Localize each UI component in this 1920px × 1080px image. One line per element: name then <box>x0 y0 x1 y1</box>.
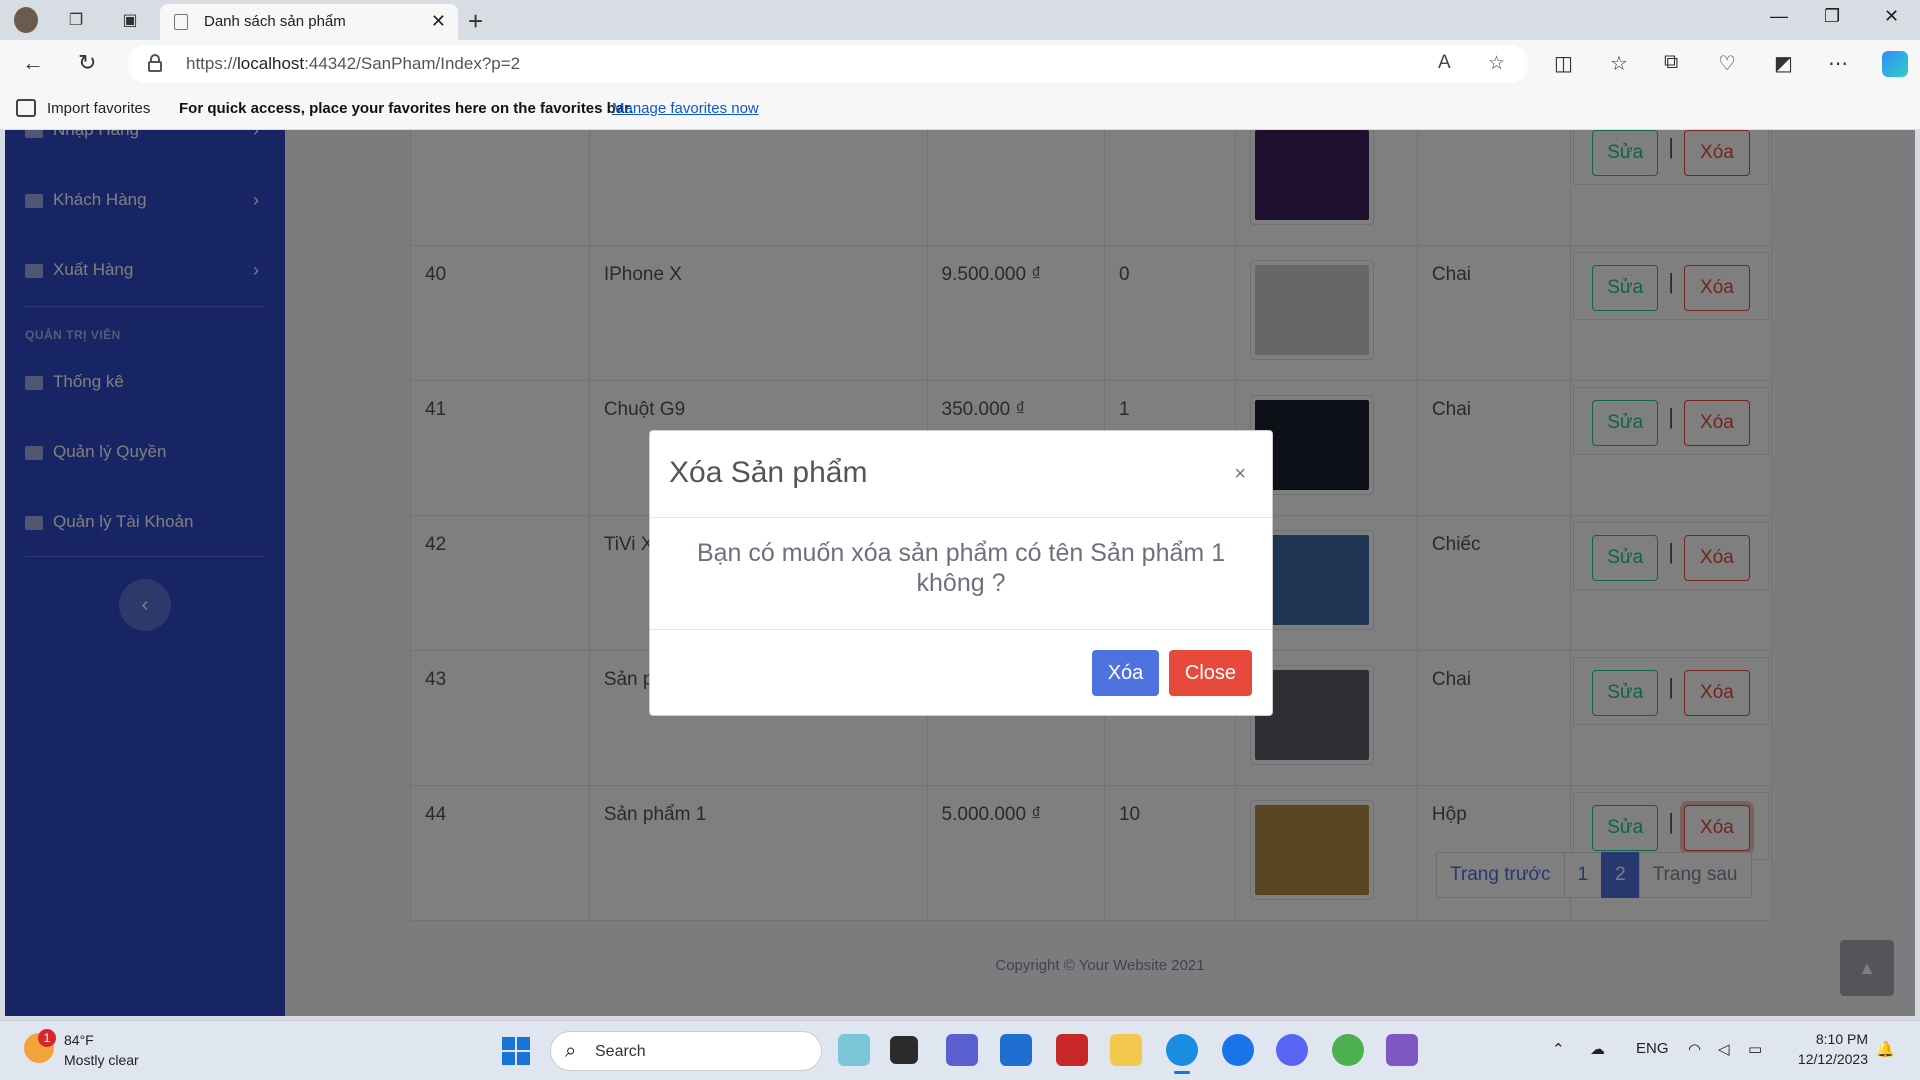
terminal-app-icon[interactable] <box>890 1036 918 1064</box>
modal-close-button[interactable]: Close <box>1169 650 1252 696</box>
modal-title: Xóa Sản phẩm <box>669 456 868 489</box>
start-button-icon[interactable] <box>502 1037 530 1065</box>
edge-bar-icon[interactable]: ◩ <box>1774 51 1793 76</box>
weather-notification-badge: 1 <box>38 1029 56 1047</box>
delete-product-modal: Xóa Sản phẩm × Bạn có muốn xóa sản phẩm … <box>649 430 1273 716</box>
favorite-star-icon[interactable]: ☆ <box>1488 52 1505 75</box>
read-aloud-icon[interactable]: A <box>1438 52 1451 74</box>
chat-app-icon[interactable] <box>1332 1034 1364 1066</box>
visual-studio-app-icon[interactable] <box>1386 1034 1418 1066</box>
minimize-icon[interactable]: — <box>1770 6 1788 27</box>
clock-time[interactable]: 8:10 PM <box>1768 1031 1868 1047</box>
teams-app-icon[interactable] <box>946 1034 978 1066</box>
copilot-preview-app-icon[interactable] <box>838 1034 870 1066</box>
import-favorites-icon[interactable] <box>16 99 36 117</box>
more-menu-icon[interactable]: ⋯ <box>1828 51 1848 76</box>
onedrive-icon[interactable]: ☁ <box>1590 1040 1605 1058</box>
favorites-icon[interactable]: ☆ <box>1610 51 1628 76</box>
modal-message: Bạn có muốn xóa sản phẩm có tên Sản phẩm… <box>650 518 1272 630</box>
manage-favorites-link[interactable]: Manage favorites now <box>612 100 759 117</box>
lock-icon[interactable] <box>148 54 162 72</box>
notification-bell-icon[interactable]: 🔔 <box>1876 1040 1895 1058</box>
search-icon: ⌕ <box>565 1040 577 1062</box>
windows-taskbar: 1 84°F Mostly clear ⌕ Search ⌃ ☁ ENG ◠ ◁… <box>0 1020 1920 1080</box>
zalo-app-icon[interactable] <box>1222 1034 1254 1066</box>
file-explorer-icon[interactable] <box>1110 1034 1142 1066</box>
search-label: Search <box>595 1043 646 1060</box>
mail-app-icon[interactable] <box>1000 1034 1032 1066</box>
modal-footer: Xóa Close <box>650 630 1272 716</box>
restore-icon[interactable]: ❐ <box>1824 6 1840 27</box>
volume-icon[interactable]: ◁ <box>1718 1040 1730 1058</box>
show-hidden-icons-icon[interactable]: ⌃ <box>1552 1040 1565 1058</box>
close-tab-icon[interactable]: ✕ <box>431 11 446 32</box>
copilot-icon[interactable] <box>1882 51 1908 77</box>
edge-app-icon[interactable] <box>1166 1034 1198 1074</box>
confirm-delete-button[interactable]: Xóa <box>1092 650 1159 696</box>
url-text[interactable]: https://localhost:44342/SanPham/Index?p=… <box>186 54 520 74</box>
favorites-bar: Import favorites For quick access, place… <box>0 88 1920 130</box>
weather-description[interactable]: Mostly clear <box>64 1052 139 1068</box>
new-tab-button[interactable]: + <box>468 6 483 37</box>
refresh-icon[interactable]: ↻ <box>78 50 96 76</box>
address-bar[interactable]: https://localhost:44342/SanPham/Index?p=… <box>128 45 1528 83</box>
modal-close-icon[interactable]: × <box>1234 463 1246 486</box>
clock-date[interactable]: 12/12/2023 <box>1768 1051 1868 1067</box>
workspaces-icon[interactable]: ❐ <box>64 8 88 32</box>
import-favorites-link[interactable]: Import favorites <box>47 100 150 117</box>
language-indicator[interactable]: ENG <box>1636 1040 1669 1057</box>
tab-title: Danh sách sản phẩm <box>204 13 346 30</box>
discord-app-icon[interactable] <box>1276 1034 1308 1066</box>
browser-essentials-icon[interactable]: ♡ <box>1718 51 1736 76</box>
wifi-icon[interactable]: ◠ <box>1688 1040 1701 1058</box>
profile-avatar-icon[interactable] <box>14 7 38 33</box>
browser-tab-bar: ❐ ▣ Danh sách sản phẩm ✕ + — ❐ ✕ <box>0 0 1920 40</box>
window-close-icon[interactable]: ✕ <box>1884 6 1899 27</box>
collections-icon[interactable]: ⧉ <box>1664 51 1678 74</box>
vertical-tabs-icon[interactable]: ▣ <box>118 8 142 32</box>
battery-icon[interactable]: ▭ <box>1748 1040 1762 1058</box>
split-screen-icon[interactable]: ◫ <box>1554 51 1573 76</box>
back-icon[interactable]: ← <box>22 50 44 76</box>
favorites-bar-message: For quick access, place your favorites h… <box>179 100 634 117</box>
active-tab[interactable]: Danh sách sản phẩm ✕ <box>160 4 458 40</box>
taskbar-search[interactable]: ⌕ Search <box>550 1031 822 1071</box>
page-favicon-icon <box>174 14 188 30</box>
modal-header: Xóa Sản phẩm × <box>650 431 1272 518</box>
address-bar-row: ← ↻ https://localhost:44342/SanPham/Inde… <box>0 40 1920 88</box>
weather-temperature[interactable]: 84°F <box>64 1032 94 1048</box>
store-app-icon[interactable] <box>1056 1034 1088 1066</box>
